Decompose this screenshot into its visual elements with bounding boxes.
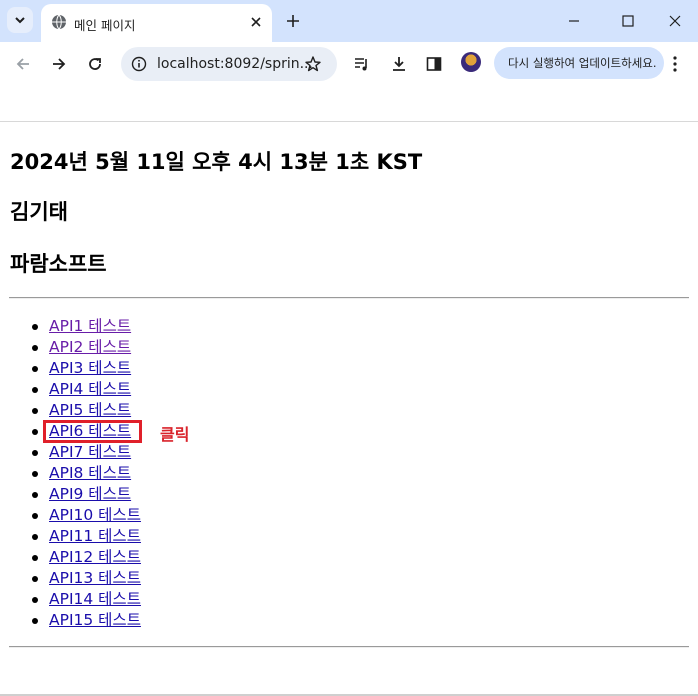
address-bar[interactable]: localhost:8092/sprin... <box>121 47 337 81</box>
company-heading: 파람소프트 <box>10 252 107 276</box>
bottom-divider <box>9 646 689 648</box>
api-link[interactable]: API5 테스트 <box>49 400 131 421</box>
bullet-icon <box>32 492 38 498</box>
close-icon[interactable] <box>248 14 264 30</box>
bullet-icon <box>32 324 38 330</box>
api-link[interactable]: API10 테스트 <box>49 505 141 526</box>
minimize-icon[interactable] <box>566 13 582 29</box>
bullet-icon <box>32 387 38 393</box>
update-button-label: 다시 실행하여 업데이트하세요. <box>508 56 657 70</box>
bullet-icon <box>32 429 38 435</box>
globe-icon <box>52 14 66 30</box>
maximize-icon[interactable] <box>620 13 636 29</box>
info-icon[interactable] <box>131 56 147 72</box>
profile-icon[interactable] <box>461 52 481 72</box>
api-link[interactable]: API14 테스트 <box>49 589 141 610</box>
media-icon[interactable] <box>353 55 371 73</box>
plus-icon[interactable] <box>284 12 302 30</box>
api-link[interactable]: API8 테스트 <box>49 463 131 484</box>
bullet-icon <box>32 618 38 624</box>
bullet-icon <box>32 513 38 519</box>
api-link[interactable]: API15 테스트 <box>49 610 141 631</box>
api-link[interactable]: API4 테스트 <box>49 379 131 400</box>
api-link[interactable]: API11 테스트 <box>49 526 141 547</box>
tab-strip: 메인 페이지 <box>0 0 698 42</box>
top-divider <box>9 297 689 299</box>
reload-icon[interactable] <box>86 55 104 73</box>
url-text[interactable]: localhost:8092/sprin... <box>157 56 313 72</box>
bullet-icon <box>32 450 38 456</box>
bullet-icon <box>32 408 38 414</box>
api-link[interactable]: API3 테스트 <box>49 358 131 379</box>
download-icon[interactable] <box>390 55 408 73</box>
chevron-down-icon <box>15 17 25 24</box>
api-link[interactable]: API13 테스트 <box>49 568 141 589</box>
bullet-icon <box>32 576 38 582</box>
side-panel-icon[interactable] <box>425 55 443 73</box>
bullet-icon <box>32 555 38 561</box>
close-window-icon[interactable] <box>667 13 683 29</box>
api-link[interactable]: API9 테스트 <box>49 484 131 505</box>
bullet-icon <box>32 534 38 540</box>
api-link[interactable]: API12 테스트 <box>49 547 141 568</box>
more-icon[interactable] <box>672 55 678 73</box>
name-heading: 김기태 <box>10 200 68 224</box>
datetime-heading: 2024년 5월 11일 오후 4시 13분 1초 KST <box>10 150 423 174</box>
api-link[interactable]: API1 테스트 <box>49 316 131 337</box>
back-arrow-icon[interactable] <box>14 55 32 73</box>
api-link[interactable]: API2 테스트 <box>49 337 131 358</box>
forward-arrow-icon[interactable] <box>50 55 68 73</box>
star-icon[interactable] <box>304 55 322 73</box>
bullet-icon <box>32 471 38 477</box>
tab-title: 메인 페이지 <box>74 18 136 33</box>
browser-toolbar: localhost:8092/sprin... 다시 실행하여 업데이트하세요. <box>0 42 698 86</box>
bullet-icon <box>32 366 38 372</box>
bullet-icon <box>32 345 38 351</box>
tab-search-button[interactable] <box>7 7 33 33</box>
click-annotation: 클릭 <box>160 425 190 444</box>
update-button[interactable]: 다시 실행하여 업데이트하세요. <box>494 47 664 79</box>
highlight-box <box>43 420 142 443</box>
active-tab[interactable]: 메인 페이지 <box>41 4 272 42</box>
page-content: 2024년 5월 11일 오후 4시 13분 1초 KST 김기태 파람소프트 … <box>0 122 698 696</box>
bullet-icon <box>32 597 38 603</box>
api-link[interactable]: API7 테스트 <box>49 442 131 463</box>
